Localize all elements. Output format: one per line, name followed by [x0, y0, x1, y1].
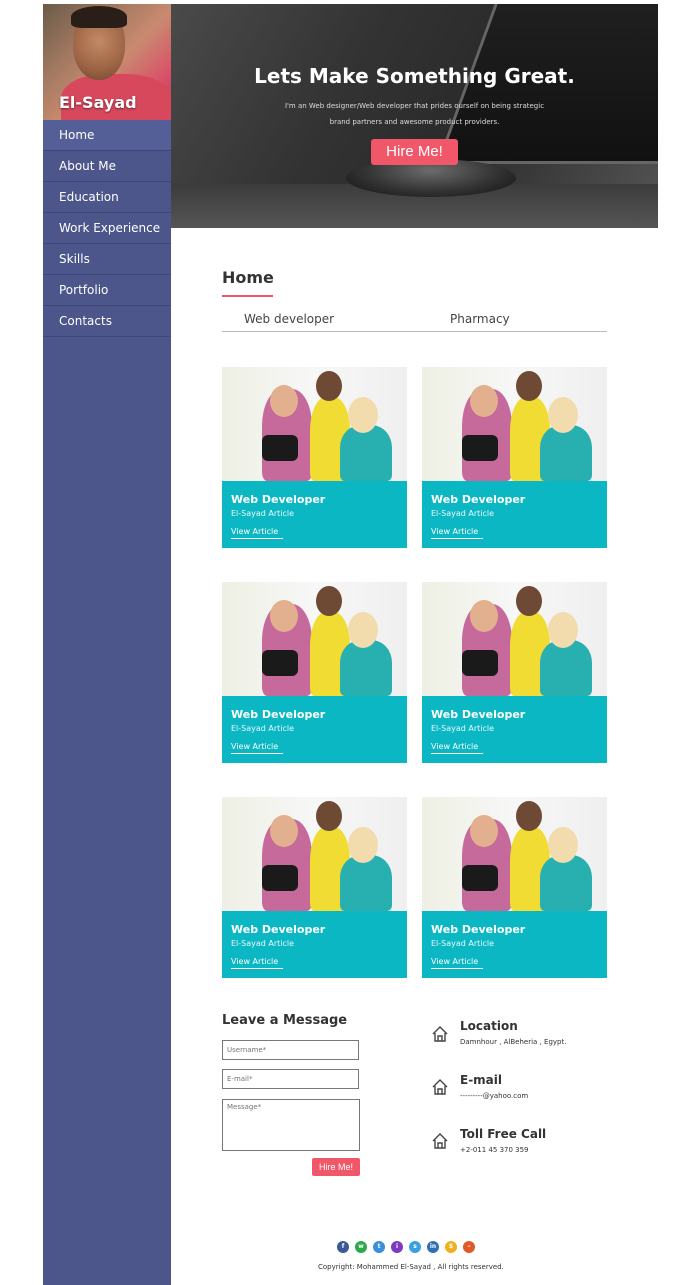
contact-form-title: Leave a Message [222, 1013, 348, 1028]
nav-item-contacts[interactable]: Contacts [43, 306, 171, 337]
nav-item-home[interactable]: Home [43, 120, 171, 151]
profile-name: El-Sayad [59, 93, 137, 112]
article-subtitle: El-Sayad Article [231, 724, 295, 733]
title-underline [222, 295, 273, 297]
article-card[interactable]: Web Developer El-Sayad Article View Arti… [222, 582, 407, 763]
article-title: Web Developer [231, 923, 326, 936]
view-article-link[interactable]: View Article [231, 527, 283, 539]
article-title: Web Developer [231, 493, 326, 506]
location-title: Location [460, 1019, 518, 1033]
article-card[interactable]: Web Developer El-Sayad Article View Arti… [222, 367, 407, 548]
home-icon [432, 1079, 448, 1095]
home-icon [432, 1026, 448, 1042]
hire-me-button[interactable]: Hire Me! [371, 139, 458, 165]
instagram-icon[interactable]: i [391, 1241, 403, 1253]
hero-title: Lets Make Something Great. [254, 64, 575, 88]
social-icons: f w t i s in $ – [337, 1241, 475, 1253]
nav-item-skills[interactable]: Skills [43, 244, 171, 275]
article-card[interactable]: Web Developer El-Sayad Article View Arti… [222, 797, 407, 978]
twitter-icon[interactable]: t [373, 1241, 385, 1253]
article-subtitle: El-Sayad Article [431, 509, 495, 518]
page-title: Home [222, 268, 274, 287]
profile-photo: El-Sayad [43, 4, 171, 120]
home-icon [432, 1133, 448, 1149]
skype-icon[interactable]: s [409, 1241, 421, 1253]
phone-text: +2-011 45 370 359 [460, 1146, 529, 1154]
article-card[interactable]: Web Developer El-Sayad Article View Arti… [422, 367, 607, 548]
email-text: ---------@yahoo.com [460, 1092, 529, 1100]
copyright-text: Copyright: Mohammed El-Sayad , All right… [318, 1263, 504, 1271]
article-card[interactable]: Web Developer El-Sayad Article View Arti… [422, 582, 607, 763]
whatsapp-icon[interactable]: w [355, 1241, 367, 1253]
article-card[interactable]: Web Developer El-Sayad Article View Arti… [422, 797, 607, 978]
linkedin-icon[interactable]: in [427, 1241, 439, 1253]
email-title: E-mail [460, 1073, 503, 1087]
view-article-link[interactable]: View Article [431, 742, 483, 754]
view-article-link[interactable]: View Article [431, 527, 483, 539]
profile-photo-hair [71, 6, 127, 28]
nav-item-about-me[interactable]: About Me [43, 151, 171, 182]
article-subtitle: El-Sayad Article [231, 939, 295, 948]
article-image [222, 367, 407, 481]
submit-hire-me-button[interactable]: Hire Me! [312, 1158, 360, 1176]
article-image [422, 797, 607, 911]
username-field[interactable] [222, 1040, 359, 1060]
tab-pharmacy[interactable]: Pharmacy [450, 312, 510, 326]
article-subtitle: El-Sayad Article [431, 724, 495, 733]
hero-banner: Lets Make Something Great. I'm an Web de… [171, 4, 658, 228]
email-field[interactable] [222, 1069, 359, 1089]
article-image [222, 582, 407, 696]
article-image [422, 367, 607, 481]
view-article-link[interactable]: View Article [231, 742, 283, 754]
article-image [222, 797, 407, 911]
article-subtitle: El-Sayad Article [431, 939, 495, 948]
article-title: Web Developer [231, 708, 326, 721]
sidebar: El-Sayad Home About Me Education Work Ex… [43, 4, 171, 1285]
article-title: Web Developer [431, 923, 526, 936]
nav-item-portfolio[interactable]: Portfolio [43, 275, 171, 306]
message-field[interactable] [222, 1099, 360, 1151]
article-image [422, 582, 607, 696]
portfolio-tabs: Web developer Pharmacy [222, 310, 607, 332]
hero-subtitle: I'm an Web designer/Web developer that p… [284, 102, 545, 126]
phone-title: Toll Free Call [460, 1127, 547, 1141]
article-subtitle: El-Sayad Article [231, 509, 295, 518]
nav-item-education[interactable]: Education [43, 182, 171, 213]
nav-item-work-experience[interactable]: Work Experience [43, 213, 171, 244]
tab-web-developer[interactable]: Web developer [244, 312, 334, 326]
article-title: Web Developer [431, 493, 526, 506]
article-title: Web Developer [431, 708, 526, 721]
facebook-icon[interactable]: f [337, 1241, 349, 1253]
view-article-link[interactable]: View Article [231, 957, 283, 969]
location-text: Damnhour , AlBeheria , Egypt. [460, 1038, 567, 1046]
dollar-icon[interactable]: $ [445, 1241, 457, 1253]
view-article-link[interactable]: View Article [431, 957, 483, 969]
minus-icon[interactable]: – [463, 1241, 475, 1253]
